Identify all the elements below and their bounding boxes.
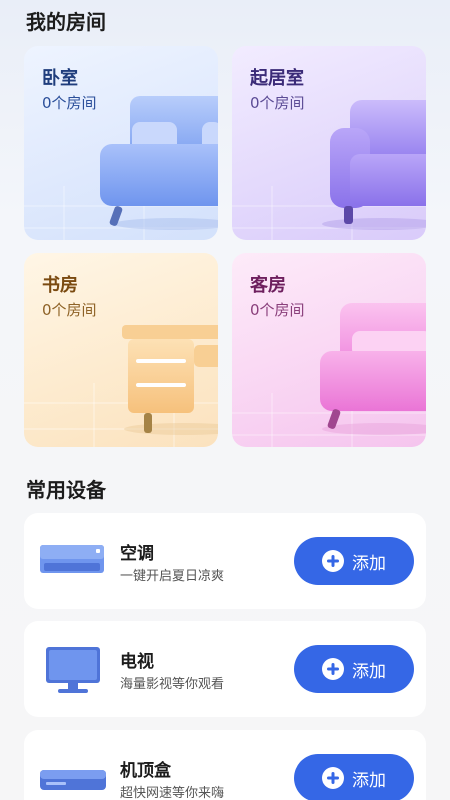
add-button-label: 添加 [352,770,386,791]
room-card-study[interactable]: 书房 0个房间 [24,253,218,447]
set-top-box-icon [40,770,106,790]
device-name: 机顶盒 [120,761,171,781]
device-description: 海量影视等你观看 [120,677,225,692]
device-card-tv: 电视 海量影视等你观看 添加 [24,621,426,717]
plus-circle-icon [322,658,344,680]
device-description: 一键开启夏日凉爽 [120,569,225,584]
device-card-set-top-box: 机顶盒 超快网速等你来嗨 添加 [24,730,426,800]
add-button-label: 添加 [352,661,386,682]
air-conditioner-icon [40,545,104,573]
rooms-section-title: 我的房间 [26,10,106,34]
room-name: 起居室 [250,68,304,89]
room-count: 0个房间 [42,301,97,319]
add-tv-button[interactable]: 添加 [294,645,414,693]
room-count: 0个房间 [250,301,305,319]
room-count: 0个房间 [42,94,97,112]
add-air-conditioner-button[interactable]: 添加 [294,537,414,585]
tv-icon [46,647,100,693]
add-button-label: 添加 [352,553,386,574]
room-card-guest-room[interactable]: 客房 0个房间 [232,253,426,447]
room-card-living-room[interactable]: 起居室 0个房间 [232,46,426,240]
plus-circle-icon [322,550,344,572]
room-name: 客房 [250,275,286,296]
room-count: 0个房间 [250,94,305,112]
room-name: 卧室 [42,68,78,89]
device-name: 电视 [120,652,154,672]
plus-circle-icon [322,767,344,789]
room-name: 书房 [42,275,78,296]
devices-section-title: 常用设备 [26,478,106,502]
room-card-bedroom[interactable]: 卧室 0个房间 [24,46,218,240]
device-name: 空调 [120,544,154,564]
add-set-top-box-button[interactable]: 添加 [294,754,414,800]
device-card-air-conditioner: 空调 一键开启夏日凉爽 添加 [24,513,426,609]
device-description: 超快网速等你来嗨 [120,786,225,800]
